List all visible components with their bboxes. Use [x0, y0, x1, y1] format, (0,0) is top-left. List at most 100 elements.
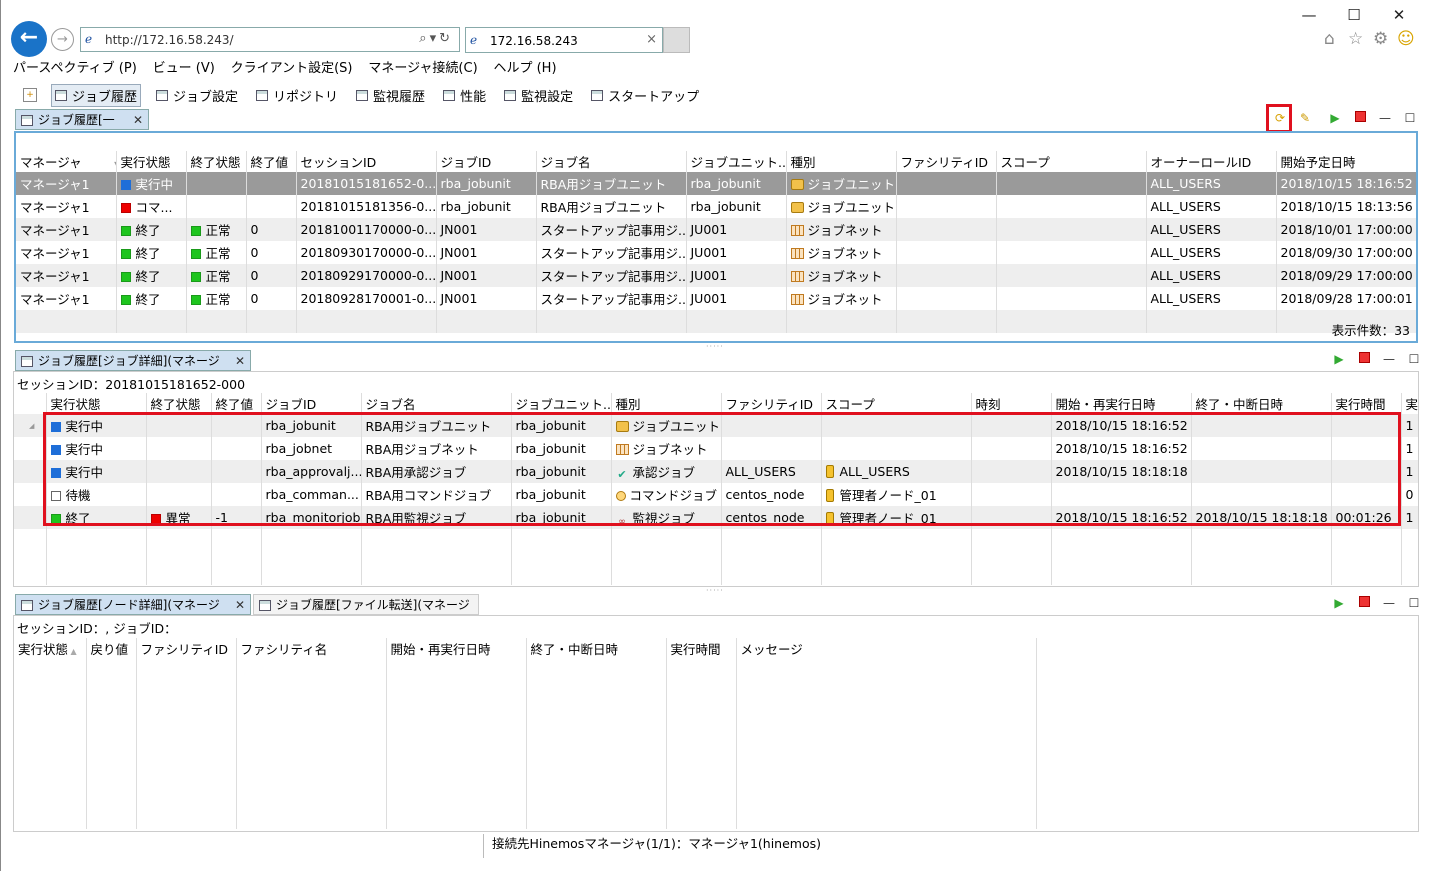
cell-run-status: 終了: [116, 241, 187, 264]
resume-icon[interactable]: ▶: [1331, 351, 1347, 367]
tab-job-history-list[interactable]: ジョブ履歴[一覧] ✕: [15, 109, 149, 147]
column-header[interactable]: ジョブ名: [536, 151, 687, 172]
column-header[interactable]: セッションID: [296, 151, 437, 172]
perspective-repository[interactable]: リポジトリ: [253, 85, 341, 106]
column-header[interactable]: ファシリティID: [721, 393, 822, 414]
stop-icon[interactable]: [1356, 595, 1372, 611]
column-header[interactable]: 時刻: [971, 393, 1052, 414]
maximize-view-icon[interactable]: ☐: [1406, 595, 1422, 611]
column-header[interactable]: スコープ: [821, 393, 972, 414]
star-icon[interactable]: ☆: [1348, 29, 1363, 49]
resume-icon[interactable]: ▶: [1331, 595, 1347, 611]
column-header[interactable]: ファシリティID: [136, 638, 237, 659]
maximize-view-icon[interactable]: ☐: [1402, 110, 1418, 126]
cell-run-status-text: 終了: [135, 223, 161, 238]
column-header[interactable]: 種別: [611, 393, 722, 414]
column-header[interactable]: 実行時間: [1331, 393, 1402, 414]
table-row[interactable]: マネージャ1 コマ... 20181015181356-0... rba_jobuni…: [16, 195, 1416, 218]
close-view-icon[interactable]: ✕: [133, 110, 143, 130]
cell-manager: マネージャ1: [16, 287, 117, 310]
menu-manager-connection[interactable]: マネージャ接続(C): [368, 57, 477, 76]
column-header[interactable]: 種別: [786, 151, 897, 172]
cell-run-status-text: 終了: [135, 269, 161, 284]
column-header[interactable]: 実行状態: [46, 393, 147, 414]
column-header[interactable]: 実行時間: [666, 638, 737, 659]
tab-node-detail[interactable]: ジョブ履歴[ノード詳細](マネージャ1) ✕: [15, 594, 251, 632]
table-row-partial[interactable]: [16, 310, 1416, 333]
perspective-label: スタートアップ: [608, 89, 700, 105]
table-row[interactable]: マネージャ1 終了 正常 0 20180930170000-0... JN001 スタートア…: [16, 241, 1416, 264]
column-header[interactable]: 終了値: [211, 393, 262, 414]
sash-handle[interactable]: ·····: [706, 342, 724, 351]
browser-tab[interactable]: ℯ 172.16.58.243 ×: [465, 27, 663, 53]
menu-help[interactable]: ヘルプ (H): [493, 57, 556, 76]
table-row[interactable]: マネージャ1 実行中 20181015181652-0... rba_jobunit R…: [16, 172, 1416, 195]
column-header[interactable]: ファシリティ名: [236, 638, 387, 659]
column-header[interactable]: ジョブID: [436, 151, 537, 172]
new-tab-button[interactable]: [663, 27, 690, 53]
filter-icon[interactable]: ✎: [1297, 110, 1313, 126]
column-header[interactable]: 実: [1401, 393, 1418, 414]
column-header[interactable]: 開始・再実行日時: [386, 638, 527, 659]
open-perspective-icon[interactable]: +: [23, 88, 37, 102]
perspective-startup[interactable]: スタートアップ: [588, 85, 702, 106]
perspective-icon: [55, 89, 67, 101]
column-header[interactable]: ジョブID: [261, 393, 362, 414]
menu-perspective[interactable]: パースペクティブ (P): [13, 57, 137, 76]
column-header[interactable]: 開始・再実行日時: [1051, 393, 1192, 414]
column-header[interactable]: 終了値: [246, 151, 297, 172]
close-tab-icon[interactable]: ×: [646, 32, 657, 47]
minimize-button[interactable]: —: [1299, 6, 1319, 24]
minimize-view-icon[interactable]: —: [1377, 110, 1393, 126]
address-bar[interactable]: ℯ http://172.16.58.243/ ⌕▾↻: [80, 27, 460, 52]
home-icon[interactable]: ⌂: [1324, 29, 1335, 49]
resume-icon[interactable]: ▶: [1327, 110, 1343, 126]
column-header[interactable]: 実行状態: [116, 151, 187, 172]
sash-handle[interactable]: ·····: [706, 586, 724, 595]
cell-job-id: JN001: [436, 218, 537, 241]
perspective-job-history[interactable]: ジョブ履歴: [51, 83, 142, 107]
column-header[interactable]: 終了・中断日時: [1191, 393, 1332, 414]
stop-icon[interactable]: [1352, 110, 1368, 126]
menu-client-settings[interactable]: クライアント設定(S): [231, 57, 353, 76]
column-header[interactable]: ジョブユニット...: [686, 151, 787, 172]
cell-run-status: 終了: [116, 218, 187, 241]
stop-icon[interactable]: [1356, 351, 1372, 367]
back-button[interactable]: ←: [11, 21, 47, 57]
column-header[interactable]: ジョブ名: [361, 393, 512, 414]
smiley-icon[interactable]: ☺: [1397, 29, 1415, 49]
column-header[interactable]: 終了・中断日時: [526, 638, 667, 659]
gear-icon[interactable]: ⚙: [1373, 29, 1388, 49]
minimize-view-icon[interactable]: —: [1381, 351, 1397, 367]
column-header[interactable]: 戻り値: [86, 638, 137, 659]
maximize-button[interactable]: ☐: [1344, 6, 1364, 24]
table-row[interactable]: マネージャ1 終了 正常 0 20180928170001-0... JN001 スタートア…: [16, 287, 1416, 310]
column-header[interactable]: 開始予定日時: [1276, 151, 1416, 172]
search-refresh-icon[interactable]: ⌕▾↻: [419, 31, 453, 46]
column-header[interactable]: 終了状態: [146, 393, 212, 414]
column-header[interactable]: スコープ: [996, 151, 1147, 172]
column-header[interactable]: ジョブユニット...: [511, 393, 612, 414]
column-header[interactable]: ファシリティID: [896, 151, 997, 172]
menu-view[interactable]: ビュー (V): [153, 57, 215, 76]
column-header[interactable]: 終了状態: [186, 151, 247, 172]
tab-job-detail[interactable]: ジョブ履歴[ジョブ詳細](マネージャ1) ✕: [15, 350, 251, 388]
column-header[interactable]: メッセージ: [736, 638, 1037, 659]
perspective-monitor-settings[interactable]: 監視設定: [501, 85, 576, 106]
perspective-monitor-history[interactable]: 監視履歴: [353, 85, 428, 106]
column-header[interactable]: マネージャ ▼: [16, 151, 117, 172]
tree-toggle-cell[interactable]: ◢: [14, 414, 47, 437]
table-row[interactable]: マネージャ1 終了 正常 0 20181001170000-0... JN001 スタートア…: [16, 218, 1416, 241]
perspective-performance[interactable]: 性能: [440, 85, 489, 106]
forward-button[interactable]: →: [51, 28, 74, 51]
tab-file-transfer[interactable]: ジョブ履歴[ファイル転送](マネージャ1): [253, 594, 479, 632]
perspective-job-settings[interactable]: ジョブ設定: [153, 85, 241, 106]
close-view-icon[interactable]: ✕: [235, 595, 245, 615]
table-row[interactable]: マネージャ1 終了 正常 0 20180929170000-0... JN001 スタートア…: [16, 264, 1416, 287]
close-view-icon[interactable]: ✕: [235, 351, 245, 371]
column-header[interactable]: オーナーロールID: [1146, 151, 1277, 172]
column-header[interactable]: 実行状態 ▲: [14, 638, 87, 659]
minimize-view-icon[interactable]: —: [1381, 595, 1397, 611]
maximize-view-icon[interactable]: ☐: [1406, 351, 1422, 367]
close-window-button[interactable]: ✕: [1389, 6, 1409, 24]
